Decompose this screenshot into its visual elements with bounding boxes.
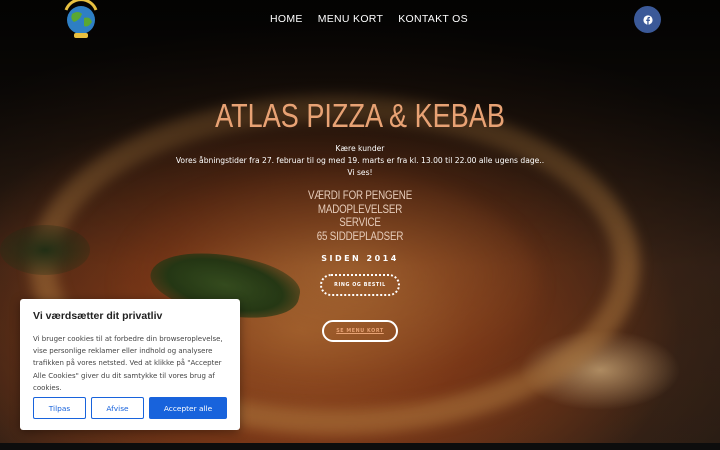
- cookie-consent-banner: Vi værdsætter dit privatliv Vi bruger co…: [20, 299, 240, 430]
- cookie-accept-all-button[interactable]: Accepter alle: [149, 397, 227, 419]
- since-label: SIDEN 2014: [321, 254, 399, 263]
- cookie-title: Vi værdsætter dit privatliv: [33, 310, 163, 322]
- feature-item: MADOPLEVELSER: [317, 203, 403, 216]
- main-nav: HOME MENU KORT KONTAKT OS: [270, 13, 468, 25]
- see-menu-button[interactable]: SE MENU KORT: [322, 320, 398, 342]
- cookie-customize-button[interactable]: Tilpas: [33, 397, 86, 419]
- globe-logo-icon: [64, 0, 98, 38]
- nav-item-kontakt-os[interactable]: KONTAKT OS: [398, 13, 468, 25]
- page-bottom-strip: [0, 443, 720, 450]
- intro-greeting: Kære kunder: [335, 144, 385, 153]
- cookie-text: Vi bruger cookies til at forbedre din br…: [33, 335, 223, 392]
- intro-signoff: Vi ses!: [347, 168, 373, 177]
- cookie-buttons: Tilpas Afvise Accepter alle: [33, 397, 227, 419]
- nav-item-home[interactable]: HOME: [270, 13, 303, 25]
- feature-item: SERVICE: [339, 217, 381, 229]
- cookie-reject-button[interactable]: Afvise: [91, 397, 144, 419]
- site-logo[interactable]: [60, 0, 102, 42]
- hero-intro: Kære kunder Vores åbningstider fra 27. f…: [0, 143, 720, 179]
- feature-list: VÆRDI FOR PENGENE MADOPLEVELSER SERVICE …: [54, 190, 666, 244]
- facebook-button[interactable]: [634, 6, 661, 33]
- facebook-icon: [642, 14, 653, 25]
- hero-title: ATLAS PIZZA & KEBAB: [215, 97, 505, 134]
- feature-item: 65 SIDDEPLADSER: [316, 230, 404, 243]
- feature-item: VÆRDI FOR PENGENE: [307, 190, 413, 202]
- call-order-button[interactable]: RING OG BESTIL: [320, 274, 400, 296]
- intro-opening-hours: Vores åbningstider fra 27. februar til o…: [175, 156, 545, 165]
- nav-item-menu-kort[interactable]: MENU KORT: [318, 13, 384, 25]
